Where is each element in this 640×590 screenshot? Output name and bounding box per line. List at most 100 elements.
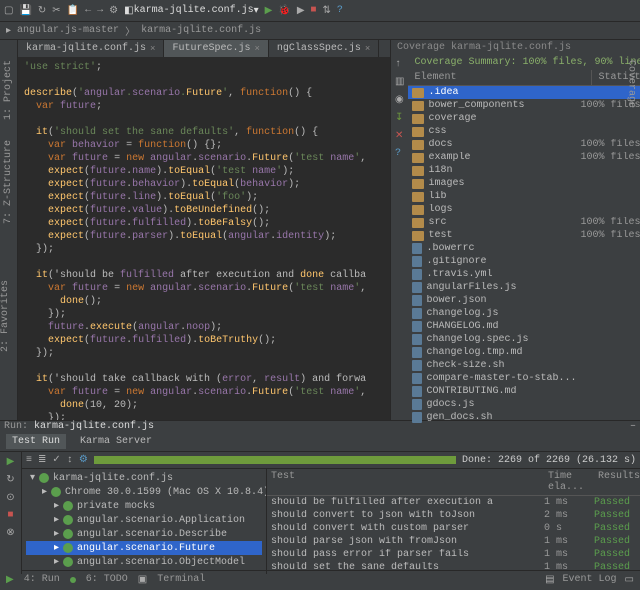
play-icon[interactable]: ▶ (265, 5, 273, 17)
coverage-row[interactable]: gdocs.js (408, 398, 640, 411)
coverage-row[interactable]: example100% files, 100% lines covered (408, 151, 640, 164)
coverage-row[interactable]: changelog.tmp.md (408, 346, 640, 359)
autoscroll-icon[interactable]: ◉ (395, 94, 404, 106)
rerun-failed-icon[interactable]: ↻ (6, 474, 14, 486)
test-tree-node[interactable]: ▸ private mocks (26, 499, 262, 513)
eventlog-icon[interactable]: ▤ (545, 574, 554, 586)
vcs-icon[interactable]: ⇅ (323, 5, 331, 17)
coverage-row[interactable]: bower_components100% files, 43% lines co… (408, 99, 640, 112)
folder-icon: ▸ (6, 25, 11, 37)
coverage-row[interactable]: logs (408, 203, 640, 216)
editor-tab[interactable]: FutureSpec.js× (164, 40, 268, 57)
tab-karma-server[interactable]: Karma Server (74, 434, 158, 449)
debug-icon[interactable]: 🐞 (278, 5, 290, 17)
project-toolwindow-tab[interactable]: 1: Project (3, 60, 14, 120)
build-icon[interactable]: ⚙ (109, 5, 118, 17)
back-icon[interactable]: ← (85, 5, 91, 16)
coverage-row[interactable]: .idea (408, 86, 640, 99)
close-tab-icon[interactable]: × (254, 44, 259, 54)
stop2-icon[interactable]: ■ (7, 510, 13, 521)
file-icon (412, 399, 422, 410)
test-tree-node[interactable]: ▸ angular.scenario.ObjectModel (26, 555, 262, 569)
paste-icon[interactable]: 📋 (67, 5, 79, 17)
test-tree-node[interactable]: ▸ angular.scenario.Future (26, 541, 262, 555)
coverage-row[interactable]: test100% files, 98% lines covered (408, 229, 640, 242)
forward-icon[interactable]: → (97, 5, 103, 16)
test-tree-node[interactable]: ▸ Chrome 30.0.1599 (Mac OS X 10.8.4) (26, 485, 262, 499)
breadcrumb-file[interactable]: karma-jqlite.conf.js (141, 25, 261, 36)
filter-icon[interactable]: ✓ (52, 454, 60, 466)
coverage-row[interactable]: .travis.yml (408, 268, 640, 281)
coverage-row[interactable]: compare-master-to-stab... (408, 372, 640, 385)
run-config-dropdown[interactable]: ◧ karma-jqlite.conf.js ▾ (124, 5, 259, 17)
coverage-toolwindow-tab[interactable]: Coverage (626, 60, 637, 108)
test-tree-node[interactable]: ▸ angular.scenario.Application (26, 513, 262, 527)
collapse-icon[interactable]: ≡ (26, 455, 32, 466)
sort-icon[interactable]: ↕ (67, 455, 73, 466)
refresh-icon[interactable]: ↻ (38, 5, 46, 17)
status-run[interactable]: 4: Run (24, 574, 60, 585)
coverage-row[interactable]: coverage (408, 112, 640, 125)
status-terminal[interactable]: Terminal (157, 574, 205, 585)
run-status-icon[interactable]: ▶ (6, 574, 14, 586)
breadcrumb-project[interactable]: angular.js-master (17, 25, 119, 36)
test-tree-node[interactable]: ▾ karma-jqlite.conf.js (26, 471, 262, 485)
debug2-icon[interactable]: ▶ (297, 5, 305, 17)
test-tree-node[interactable]: ▸ angular.scenario.Describe (26, 527, 262, 541)
coverage-row[interactable]: src100% files, 94% lines covered (408, 216, 640, 229)
minimize-icon[interactable]: – (630, 421, 636, 432)
stop-icon[interactable]: ■ (311, 5, 317, 16)
close-tab-icon[interactable]: × (150, 44, 155, 54)
test-result-row[interactable]: should convert with custom parser0 sPass… (267, 522, 640, 535)
coverage-header: ElementStatistics, % (408, 70, 640, 86)
favorites-toolwindow-tab[interactable]: 2: Favorites (0, 280, 11, 352)
close-icon[interactable]: ✕ (395, 130, 404, 142)
coverage-row[interactable]: docs100% files, 7% lines covered (408, 138, 640, 151)
lock-icon[interactable]: ▭ (625, 574, 634, 586)
toggle-autorun-icon[interactable]: ⊙ (6, 492, 14, 504)
test-result-row[interactable]: should set the sane defaults1 msPassed (267, 561, 640, 574)
status-eventlog[interactable]: Event Log (563, 574, 617, 585)
help2-icon[interactable]: ? (395, 148, 404, 159)
cut-icon[interactable]: ✂ (52, 5, 60, 17)
rerun-icon[interactable]: ▶ (7, 456, 15, 468)
coverage-row[interactable]: angularFiles.js (408, 281, 640, 294)
coverage-summary: Coverage Summary: 100% files, 90% lines … (408, 55, 640, 70)
pin-icon[interactable]: ⊗ (6, 527, 14, 539)
open-icon[interactable]: ▢ (4, 5, 13, 17)
coverage-row[interactable]: .gitignore (408, 255, 640, 268)
save-icon[interactable]: 💾 (19, 5, 31, 17)
test-result-row[interactable]: should parse json with fromJson1 msPasse… (267, 535, 640, 548)
up-icon[interactable]: ↑ (395, 59, 404, 70)
coverage-row[interactable]: CONTRIBUTING.md (408, 385, 640, 398)
editor-tab[interactable]: ngClassSpec.js× (269, 40, 379, 57)
expand-icon[interactable]: ≣ (38, 454, 46, 466)
tab-test-run[interactable]: Test Run (6, 434, 66, 449)
terminal-icon[interactable]: ▣ (138, 574, 147, 586)
test-result-row[interactable]: should convert to json with toJson2 msPa… (267, 509, 640, 522)
flatten-icon[interactable]: ▥ (395, 76, 404, 88)
coverage-row[interactable]: bower.json (408, 294, 640, 307)
coverage-row[interactable]: .bowerrc (408, 242, 640, 255)
coverage-row[interactable]: CHANGELOG.md (408, 320, 640, 333)
code-editor[interactable]: 'use strict'; describe('angular.scenario… (18, 57, 390, 420)
status-todo[interactable]: 6: TODO (86, 574, 128, 585)
structure-toolwindow-tab[interactable]: 7: Z-Structure (3, 140, 14, 224)
editor-tab[interactable]: karma-jqlite.conf.js× (18, 40, 164, 57)
coverage-row[interactable]: images (408, 177, 640, 190)
folder-icon (412, 114, 424, 124)
export-icon[interactable]: ↧ (395, 112, 404, 124)
coverage-row[interactable]: changelog.spec.js (408, 333, 640, 346)
test-result-row[interactable]: should be fulfilled after execution a1 m… (267, 496, 640, 509)
help-icon[interactable]: ? (337, 5, 343, 16)
test-tree[interactable]: ▾ karma-jqlite.conf.js▸ Chrome 30.0.1599… (22, 469, 267, 574)
test-result-row[interactable]: should pass error if parser fails1 msPas… (267, 548, 640, 561)
coverage-row[interactable]: css (408, 125, 640, 138)
coverage-row[interactable]: i18n (408, 164, 640, 177)
coverage-row[interactable]: lib (408, 190, 640, 203)
coverage-tree[interactable]: .ideabower_components100% files, 43% lin… (408, 86, 640, 424)
coverage-row[interactable]: changelog.js (408, 307, 640, 320)
gear-icon[interactable]: ⚙ (79, 454, 88, 466)
coverage-row[interactable]: check-size.sh (408, 359, 640, 372)
close-tab-icon[interactable]: × (365, 44, 370, 54)
